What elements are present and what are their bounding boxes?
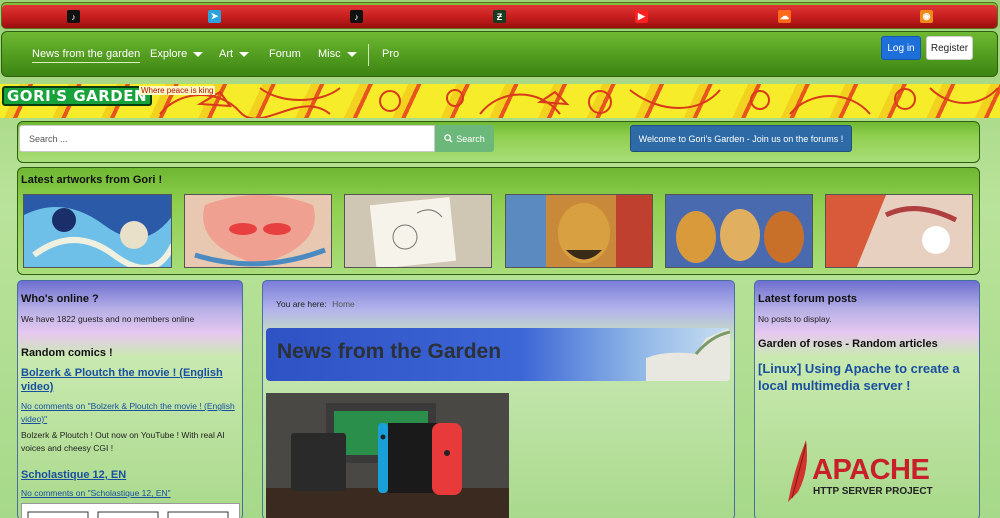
telegram-icon[interactable]: ➤ <box>208 10 221 23</box>
nav-item-label: Misc <box>318 48 341 60</box>
nav-item-art[interactable]: Art <box>219 48 250 60</box>
search-input[interactable]: Search ... <box>19 125 435 152</box>
nav-item-label: News from the garden <box>32 48 141 60</box>
welcome-button[interactable]: Welcome to Gori's Garden - Join us on th… <box>630 125 852 152</box>
register-button[interactable]: Register <box>926 36 973 60</box>
article-image-switch[interactable] <box>266 393 509 518</box>
tiktok-icon[interactable]: ♪ <box>350 10 363 23</box>
switch-photo <box>266 393 509 518</box>
social-bar: ♪ ➤ ♪ Ƶ ▶ ☁ ◉ <box>1 2 998 29</box>
search-button-label: Search <box>456 133 485 144</box>
comic-description: Bolzerk & Ploutch ! Out now on YouTube !… <box>21 430 225 453</box>
latest-forum-title: Latest forum posts <box>758 293 858 305</box>
article-link-apache[interactable]: [Linux] Using Apache to create a local m… <box>758 360 973 394</box>
breadcrumb-home[interactable]: Home <box>332 299 355 309</box>
artwork-thumbnail[interactable] <box>505 194 653 268</box>
chevron-down-icon <box>239 51 250 57</box>
youtube-icon[interactable]: ▶ <box>635 10 648 23</box>
nav-item-explore[interactable]: Explore <box>150 48 204 60</box>
nav-item-label: Forum <box>269 48 301 60</box>
random-comics-title: Random comics ! <box>21 347 113 359</box>
artwork-thumbnail[interactable] <box>23 194 172 268</box>
artwork-thumbnail[interactable] <box>665 194 813 268</box>
nav-item-label: Explore <box>150 48 188 60</box>
apache-logo[interactable]: APACHE HTTP SERVER PROJECT <box>780 440 960 502</box>
search-button[interactable]: Search <box>435 125 494 152</box>
random-articles-title: Garden of roses - Random articles <box>758 338 938 350</box>
nav-item-label: Pro <box>382 48 400 60</box>
hero-banner: News from the Garden <box>266 328 730 381</box>
soundcloud-icon[interactable]: ☁ <box>778 10 791 23</box>
apache-wordmark: APACHE <box>812 454 930 486</box>
nav-item-news[interactable]: News from the garden <box>32 48 141 63</box>
page-title: News from the Garden <box>277 340 502 363</box>
comic-link-bolzerk[interactable]: Bolzerk & Ploutch the movie ! (English v… <box>21 366 236 394</box>
artwork-3-image <box>345 195 491 267</box>
main-navbar: News from the garden Explore Art Forum M… <box>1 31 998 77</box>
deviantart-icon[interactable]: Ƶ <box>493 10 506 23</box>
nav-divider <box>368 44 369 66</box>
artwork-thumbnail[interactable] <box>184 194 332 268</box>
nav-item-label: Art <box>219 48 234 60</box>
chevron-down-icon <box>193 51 204 57</box>
breadcrumb-prefix: You are here: <box>276 299 327 309</box>
comic-link-scholastique[interactable]: Scholastique 12, EN <box>21 468 236 482</box>
nav-item-forum[interactable]: Forum <box>269 48 301 60</box>
artwork-1-image <box>24 195 171 267</box>
breadcrumb: You are here: Home <box>276 298 355 311</box>
artworks-title: Latest artworks from Gori ! <box>21 174 163 186</box>
rss-icon[interactable]: ◉ <box>920 10 933 23</box>
nav-item-pro[interactable]: Pro <box>382 48 399 60</box>
tiktok-icon[interactable]: ♪ <box>67 10 80 23</box>
comic-strip-image[interactable] <box>21 503 240 518</box>
chevron-down-icon <box>346 51 357 57</box>
search-placeholder: Search ... <box>29 133 68 144</box>
nav-item-misc[interactable]: Misc <box>318 48 357 60</box>
site-logo[interactable]: GORI'S GARDEN <box>2 86 153 106</box>
artwork-2-image <box>185 195 331 267</box>
comic-comments-link[interactable]: No comments on "Scholastique 12, EN" <box>21 487 236 500</box>
forum-empty-text: No posts to display. <box>758 314 832 324</box>
artwork-6-image <box>826 195 972 267</box>
login-button[interactable]: Log in <box>881 36 921 60</box>
comic-comments-link[interactable]: No comments on "Bolzerk & Ploutch the mo… <box>21 400 236 426</box>
whos-online-title: Who's online ? <box>21 293 99 305</box>
comic-strip-drawing <box>27 511 229 518</box>
artwork-4-image <box>506 195 652 267</box>
artwork-5-image <box>666 195 812 267</box>
artwork-thumbnail[interactable] <box>344 194 492 268</box>
artwork-thumbnail[interactable] <box>825 194 973 268</box>
whos-online-text: We have 1822 guests and no members onlin… <box>21 314 195 324</box>
site-tagline: Where peace is king <box>139 86 216 95</box>
search-icon <box>444 134 453 143</box>
apache-subtitle: HTTP SERVER PROJECT <box>813 486 933 497</box>
